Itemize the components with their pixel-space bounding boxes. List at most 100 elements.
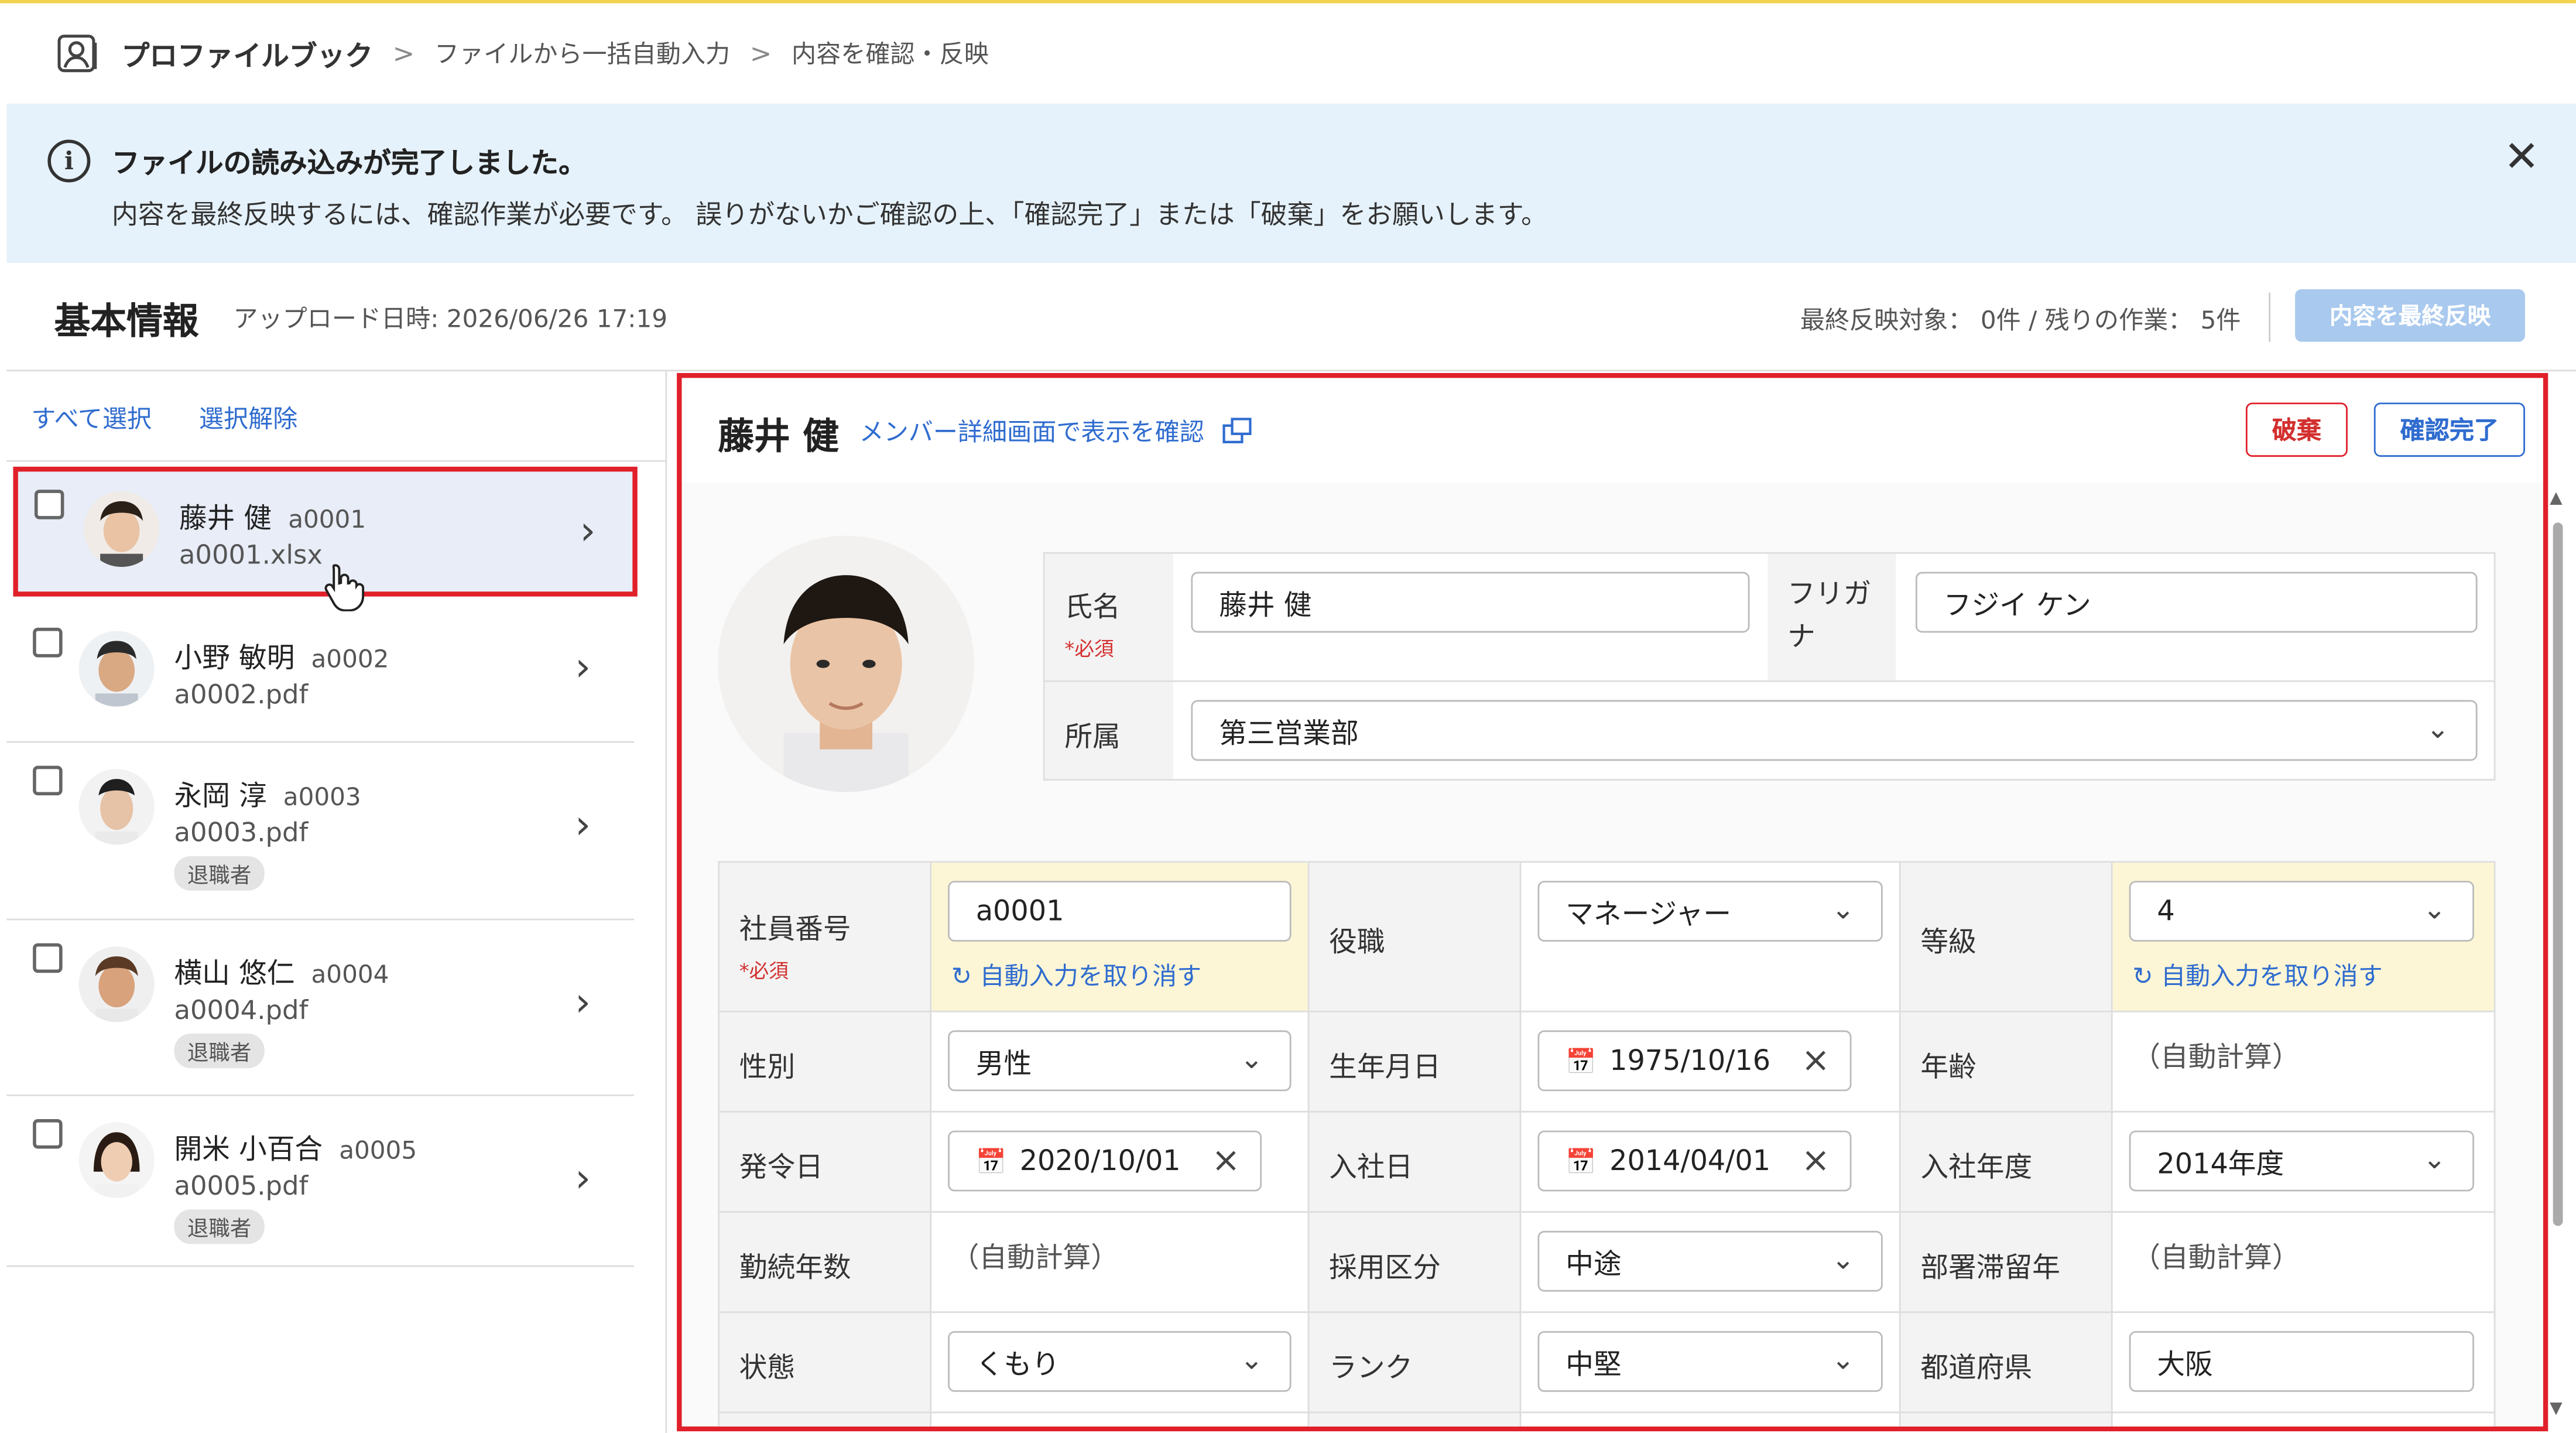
clear-icon[interactable]: × — [1801, 1140, 1830, 1179]
divider — [1307, 863, 1310, 1427]
chevron-right-icon: > — [392, 37, 415, 69]
list-item[interactable]: 横山 悠仁 a0004 a0004.pdf 退職者 › — [6, 920, 635, 1096]
undo-autofill-link[interactable]: ↻ 自動入力を取り消す — [2132, 958, 2383, 993]
detail-member-name: 藤井 健 — [718, 417, 839, 459]
scroll-up-icon[interactable]: ▲ — [2550, 490, 2563, 508]
info-banner: i ファイルの読み込みが完了しました。 内容を最終反映するには、確認作業が必要で… — [6, 103, 2576, 263]
undo-autofill-link[interactable]: ↻ 自動入力を取り消す — [951, 958, 1202, 993]
breadcrumb-item-import[interactable]: ファイルから一括自動入力 — [434, 36, 730, 71]
clear-icon[interactable]: × — [1801, 1040, 1830, 1079]
retired-badge: 退職者 — [174, 1034, 265, 1068]
tenure-label: 勤続年数 — [739, 1252, 851, 1285]
department-select[interactable]: 第三営業部 ⌄ — [1191, 700, 2478, 761]
chevron-right-icon: › — [575, 644, 591, 690]
profile-photo — [718, 535, 975, 792]
divider — [6, 460, 667, 462]
breadcrumb-item-confirm: 内容を確認・反映 — [792, 39, 989, 69]
position-label: 役職 — [1329, 926, 1385, 960]
kana-label: フリガナ — [1767, 553, 1896, 680]
name-label: 氏名 *必須 — [1044, 553, 1173, 680]
dept-stay-value: （自動計算） — [2132, 1242, 2300, 1275]
chevron-down-icon: ⌄ — [1239, 1344, 1263, 1377]
employee-number-field[interactable]: a0001 — [948, 881, 1292, 942]
tenure-value: （自動計算） — [951, 1242, 1119, 1275]
employee-number-label: 社員番号 *必須 — [739, 905, 851, 984]
chevron-down-icon: ⌄ — [2426, 713, 2450, 746]
retired-badge: 退職者 — [174, 856, 265, 891]
name-field[interactable]: 藤井 健 — [1191, 572, 1750, 633]
clear-icon[interactable]: × — [1211, 1140, 1240, 1179]
close-icon[interactable]: ✕ — [2503, 136, 2539, 179]
divider — [930, 863, 932, 1427]
detail-scrollbar[interactable]: ▲ ▼ — [2550, 490, 2566, 1429]
member-detail-link[interactable]: メンバー詳細画面で表示を確認 — [859, 414, 1252, 450]
join-year-select[interactable]: 2014年度 ⌄ — [2129, 1130, 2474, 1192]
divider — [1519, 863, 1522, 1427]
status-select[interactable]: くもり ⌄ — [948, 1331, 1292, 1392]
confirm-button[interactable]: 確認完了 — [2373, 402, 2525, 457]
divider — [720, 1411, 2494, 1414]
member-checkbox[interactable] — [33, 627, 63, 658]
calendar-icon: 📅 — [975, 1146, 1007, 1176]
rank-select[interactable]: 中堅 ⌄ — [1537, 1331, 1883, 1392]
member-name: 横山 悠仁 a0004 — [174, 957, 389, 991]
list-item[interactable]: 開米 小百合 a0005 a0005.pdf 退職者 › — [6, 1096, 635, 1267]
chevron-down-icon: ⌄ — [2423, 894, 2447, 927]
scroll-thumb[interactable] — [2553, 522, 2563, 1226]
detail-header: 藤井 健 メンバー詳細画面で表示を確認 破棄 確認完了 — [681, 378, 2543, 483]
work-status: 最終反映対象： 0件 / 残りの作業： 5件 — [1800, 305, 2241, 336]
hire-type-select[interactable]: 中途 ⌄ — [1537, 1230, 1883, 1292]
select-all-link[interactable]: すべて選択 — [31, 404, 152, 434]
position-select[interactable]: マネージャー ⌄ — [1537, 881, 1883, 942]
chevron-down-icon: ⌄ — [1831, 1344, 1855, 1377]
info-icon: i — [47, 139, 91, 183]
list-item[interactable]: 永岡 淳 a0003 a0003.pdf 退職者 › — [6, 743, 635, 921]
prefecture-field[interactable]: 大阪 — [2129, 1331, 2474, 1392]
deselect-link[interactable]: 選択解除 — [199, 404, 297, 434]
divider — [720, 1311, 2494, 1314]
avatar — [78, 631, 155, 707]
discard-button[interactable]: 破棄 — [2245, 402, 2348, 457]
chevron-right-icon: › — [575, 1155, 591, 1202]
member-detail-panel: 藤井 健 メンバー詳細画面で表示を確認 破棄 確認完了 氏名 *必須 藤井 健 — [677, 372, 2548, 1432]
avatar — [78, 946, 155, 1022]
scroll-down-icon[interactable]: ▼ — [2550, 1400, 2563, 1418]
grade-select[interactable]: 4 ⌄ — [2129, 881, 2474, 942]
appointment-date-field[interactable]: 📅 2020/10/01 × — [948, 1130, 1262, 1192]
birthdate-field[interactable]: 📅 1975/10/16 × — [1537, 1030, 1852, 1092]
member-name: 藤井 健 a0001 — [179, 502, 366, 536]
age-value: （自動計算） — [2132, 1042, 2300, 1075]
chevron-down-icon: ⌄ — [2423, 1144, 2447, 1177]
breadcrumb-app[interactable]: プロファイルブック — [122, 33, 373, 74]
dept-stay-label: 部署滞留年 — [1920, 1252, 2060, 1285]
chevron-down-icon: ⌄ — [1239, 1043, 1263, 1076]
gender-select[interactable]: 男性 ⌄ — [948, 1030, 1292, 1092]
divider — [720, 1010, 2494, 1013]
list-item[interactable]: 小野 敏明 a0002 a0002.pdf › — [6, 605, 635, 743]
profile-book-icon — [56, 32, 102, 75]
chevron-right-icon: > — [749, 37, 772, 69]
avatar — [78, 769, 155, 845]
department-label: 所属 — [1044, 682, 1173, 779]
member-checkbox[interactable] — [33, 1119, 63, 1149]
profile-table: 氏名 *必須 藤井 健 フリガナ フジイ ケン 所属 第三営業部 ⌄ — [1043, 552, 2496, 781]
member-checkbox[interactable] — [33, 943, 63, 973]
status-label: 状態 — [739, 1352, 796, 1386]
join-date-field[interactable]: 📅 2014/04/01 × — [1537, 1130, 1852, 1192]
appointment-date-label: 発令日 — [739, 1152, 823, 1185]
banner-message: 内容を最終反映するには、確認作業が必要です。 誤りがないかご確認の上、「確認完了… — [111, 199, 1548, 230]
final-apply-button[interactable]: 内容を最終反映 — [2295, 289, 2525, 342]
upload-date: アップロード日時: 2026/06/26 17:19 — [233, 304, 668, 334]
required-mark: *必須 — [739, 959, 789, 983]
divider — [720, 1110, 2494, 1113]
member-checkbox[interactable] — [34, 490, 64, 519]
required-mark: *必須 — [1064, 637, 1114, 661]
member-file: a0001.xlsx — [179, 539, 323, 570]
detail-body: 氏名 *必須 藤井 健 フリガナ フジイ ケン 所属 第三営業部 ⌄ 社員番号 … — [681, 483, 2543, 1427]
avatar — [84, 491, 160, 567]
member-name: 小野 敏明 a0002 — [174, 642, 389, 676]
chevron-down-icon: ⌄ — [1831, 1244, 1855, 1277]
kana-field[interactable]: フジイ ケン — [1915, 572, 2478, 633]
member-checkbox[interactable] — [33, 765, 63, 796]
member-list-panel: すべて選択 選択解除 藤井 健 a0001 a0001.xlsx › 小野 敏明 a… — [6, 371, 667, 1433]
